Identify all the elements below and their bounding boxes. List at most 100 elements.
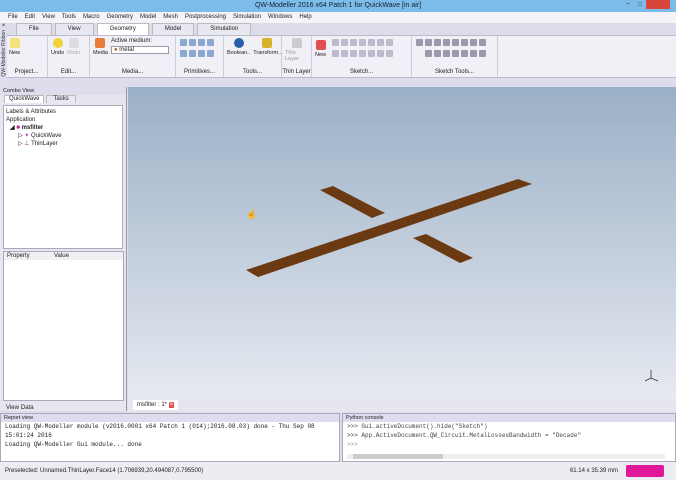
doc-tab-label: msfilter : 1*: [137, 402, 168, 408]
constraint-icon[interactable]: [452, 39, 459, 46]
tree-item-msfilter[interactable]: ◢ ■ msfilter: [6, 124, 120, 132]
python-console[interactable]: Python console >>> Gui.activeDocument().…: [342, 413, 676, 462]
constraint-icon[interactable]: [425, 39, 432, 46]
menu-geometry[interactable]: Geometry: [107, 12, 133, 23]
menu-file[interactable]: File: [8, 12, 18, 23]
transform-button[interactable]: Transform..: [253, 38, 281, 56]
prism-icon[interactable]: [198, 50, 205, 57]
boolean-button[interactable]: Boolean..: [227, 38, 250, 56]
sphere-icon[interactable]: [198, 39, 205, 46]
tab-tasks[interactable]: Tasks: [46, 95, 76, 103]
group-media: Media Active medium: ● metal Media...: [90, 36, 176, 77]
combo-view-title: Combo View: [0, 87, 126, 95]
menu-macro[interactable]: Macro: [83, 12, 100, 23]
sketch-new-button[interactable]: New: [315, 40, 326, 58]
minimize-button[interactable]: –: [627, 1, 630, 8]
tab-model[interactable]: Model: [151, 23, 195, 35]
thin-layer-button[interactable]: Thin Layer: [285, 38, 308, 62]
new-button[interactable]: New: [9, 38, 20, 56]
microstrip-filter-shape[interactable]: [246, 179, 532, 277]
group-label: Sketch Tools...: [435, 69, 474, 75]
document-icon: ■: [16, 125, 20, 131]
active-medium-label: Active medium:: [110, 38, 152, 44]
group-label: Project...: [14, 69, 39, 75]
redo-button[interactable]: Redo: [67, 38, 80, 56]
cone-icon[interactable]: [207, 39, 214, 46]
tab-msfilter[interactable]: msfilter : 1* ×: [133, 400, 179, 410]
constraint-icon[interactable]: [461, 50, 468, 57]
close-button[interactable]: [646, 0, 670, 9]
document-tabs: msfilter : 1* ×: [128, 400, 676, 412]
constraint-icon[interactable]: [443, 50, 450, 57]
constraint-icon[interactable]: [434, 39, 441, 46]
constraint-icon[interactable]: [425, 50, 432, 57]
tab-data[interactable]: Data: [21, 405, 34, 411]
box-icon[interactable]: [180, 39, 187, 46]
sketch-tool-icon[interactable]: [332, 50, 339, 57]
report-line: Loading QW-Modeller module (v2016.0001 x…: [5, 423, 315, 430]
sketch-tool-icon[interactable]: [359, 39, 366, 46]
menu-edit[interactable]: Edit: [25, 12, 35, 23]
media-button[interactable]: Media: [93, 38, 108, 56]
maximize-button[interactable]: □: [638, 2, 642, 9]
tab-view[interactable]: View: [6, 405, 19, 411]
sketch-tool-icon[interactable]: [350, 50, 357, 57]
tab-geometry[interactable]: Geometry: [96, 23, 149, 35]
sketch-tool-icon[interactable]: [377, 39, 384, 46]
menu-postprocessing[interactable]: Postprocessing: [185, 12, 226, 23]
menu-windows[interactable]: Windows: [268, 12, 292, 23]
menu-simulation[interactable]: Simulation: [233, 12, 261, 23]
undo-label: Undo: [51, 50, 65, 56]
tree-item-quickwave[interactable]: ▷ ✦ QuickWave: [6, 132, 120, 140]
constraint-icon[interactable]: [479, 39, 486, 46]
cylinder-icon[interactable]: [189, 39, 196, 46]
report-line: 15:01:24 2016: [5, 432, 52, 439]
sketch-tool-icon[interactable]: [386, 39, 393, 46]
sketch-tool-icon[interactable]: [368, 50, 375, 57]
group-label: Thin Layer: [282, 69, 311, 75]
constraint-icon[interactable]: [470, 39, 477, 46]
sketch-tool-icon[interactable]: [341, 50, 348, 57]
close-tab-icon[interactable]: ×: [168, 402, 175, 408]
torus-icon[interactable]: [180, 50, 187, 57]
sketch-tool-icon[interactable]: [350, 39, 357, 46]
tab-view[interactable]: View: [54, 23, 94, 35]
sketch-tool-icon[interactable]: [359, 50, 366, 57]
menu-view[interactable]: View: [42, 12, 55, 23]
title-bar: QW-Modeller 2016 x64 Patch 1 for QuickWa…: [0, 0, 676, 12]
console-prompt[interactable]: >>>: [343, 440, 675, 449]
sketch-tool-icon[interactable]: [386, 50, 393, 57]
tab-simulation[interactable]: Simulation: [197, 23, 252, 35]
menu-tools[interactable]: Tools: [62, 12, 76, 23]
menu-model[interactable]: Model: [140, 12, 156, 23]
boolean-icon: [233, 38, 244, 48]
constraint-icon[interactable]: [461, 39, 468, 46]
menu-mesh[interactable]: Mesh: [163, 12, 178, 23]
sketch-tool-icon[interactable]: [332, 39, 339, 46]
menu-help[interactable]: Help: [299, 12, 311, 23]
sketch-tool-icon[interactable]: [368, 39, 375, 46]
window-title: QW-Modeller 2016 x64 Patch 1 for QuickWa…: [254, 2, 422, 9]
thinlayer-icon: ⊥: [24, 141, 30, 147]
constraint-icon[interactable]: [479, 50, 486, 57]
constraint-icon[interactable]: [443, 39, 450, 46]
sketch-tool-icon[interactable]: [341, 39, 348, 46]
tree-item-thinlayer[interactable]: ▷ ⊥ ThinLayer: [6, 140, 120, 148]
constraint-icon[interactable]: [452, 50, 459, 57]
tube-icon[interactable]: [189, 50, 196, 57]
tab-quickwave[interactable]: QuickWave: [4, 95, 45, 103]
active-medium-select[interactable]: ● metal: [110, 46, 169, 54]
thin-layer-label: Thin Layer: [285, 50, 299, 62]
constraint-icon[interactable]: [470, 50, 477, 57]
wedge-icon[interactable]: [207, 50, 214, 57]
group-sketch-tools: Sketch Tools...: [412, 36, 498, 77]
tab-file[interactable]: File: [16, 23, 52, 35]
undo-button[interactable]: Undo: [51, 38, 64, 56]
3d-viewport[interactable]: ☝: [128, 87, 676, 400]
group-label: Tools...: [242, 69, 262, 75]
axis-triad-icon: [644, 370, 659, 382]
horizontal-scrollbar[interactable]: [347, 454, 665, 459]
sketch-tool-icon[interactable]: [377, 50, 384, 57]
lock-icon[interactable]: [434, 50, 441, 57]
constraint-icon[interactable]: [416, 39, 423, 46]
